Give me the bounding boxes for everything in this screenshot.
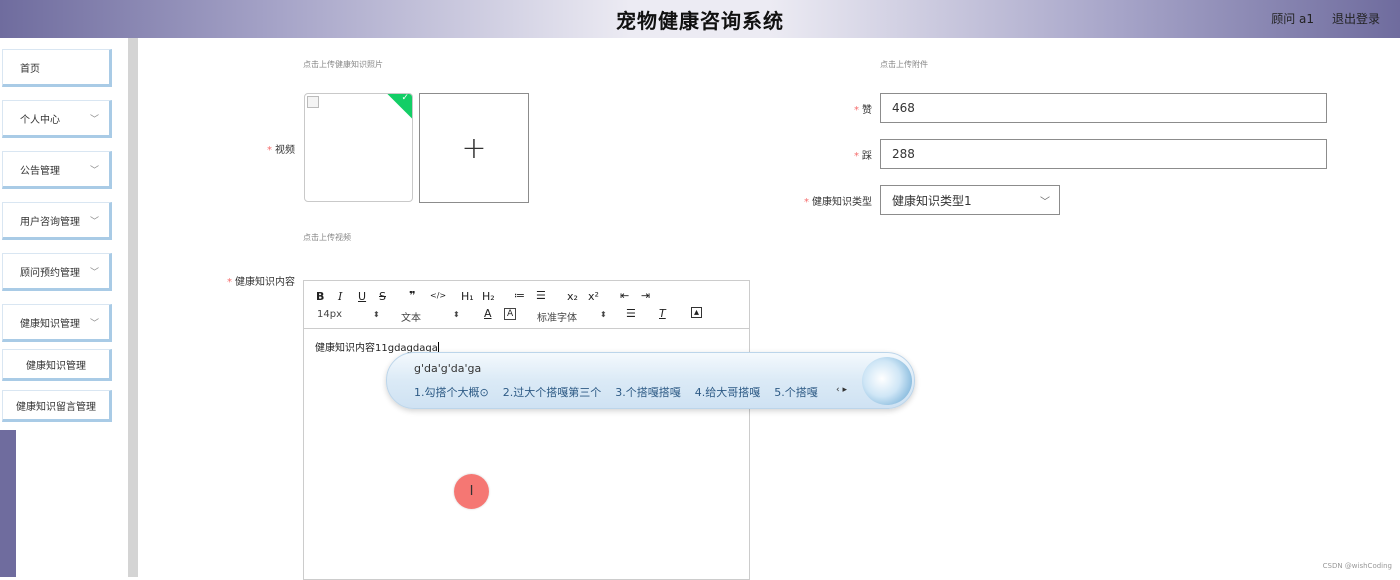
- ime-candidate[interactable]: 2.过大个搭嘎第三个: [503, 384, 602, 400]
- align-left-icon[interactable]: ☰: [626, 307, 636, 320]
- sidebar-item-label: 用户咨询管理: [20, 213, 80, 228]
- broken-image-icon: [307, 96, 319, 108]
- sidebar-item-health-knowledge[interactable]: 健康知识管理 ﹀: [2, 304, 112, 342]
- content-label: *健康知识内容: [210, 273, 295, 288]
- likes-input[interactable]: 468: [880, 93, 1327, 123]
- sidebar-item-advisor-appointments[interactable]: 顾问预约管理 ﹀: [2, 253, 112, 291]
- text-cursor-icon: I: [470, 484, 474, 499]
- outdent-icon[interactable]: ⇤: [620, 289, 629, 302]
- sidebar-item-user-consultation[interactable]: 用户咨询管理 ﹀: [2, 202, 112, 240]
- logout-link[interactable]: 退出登录: [1332, 10, 1380, 27]
- image-icon[interactable]: ▴: [691, 307, 702, 318]
- likes-label: *赞: [800, 101, 872, 116]
- category-label: *健康知识类型: [790, 193, 872, 208]
- subscript-button[interactable]: x₂: [567, 290, 578, 303]
- rich-text-editor: B I U S ❞ </> H₁ H₂ ≔ ☰ x₂ x² ⇤ ⇥ 14px⬍ …: [303, 280, 750, 580]
- updown-caret-icon: ⬍: [600, 310, 607, 319]
- ime-page-arrows-icon[interactable]: ‹ ▸: [836, 385, 847, 395]
- superscript-button[interactable]: x²: [588, 290, 599, 303]
- updown-caret-icon: ⬍: [453, 310, 460, 319]
- ime-candidate-list: 1.勾搭个大概⊙ 2.过大个搭嘎第三个 3.个搭嘎搭嘎 4.给大哥搭嘎 5.个搭…: [414, 384, 818, 400]
- chevron-down-icon: ﹀: [90, 214, 99, 227]
- clear-format-icon[interactable]: T: [659, 307, 666, 320]
- upload-add-button[interactable]: +: [419, 93, 529, 203]
- sidebar-item-home[interactable]: 首页: [2, 49, 112, 87]
- app-header: 宠物健康咨询系统 顾问 a1 退出登录: [0, 0, 1400, 38]
- code-block-icon[interactable]: </>: [430, 291, 446, 300]
- bold-button[interactable]: B: [316, 290, 324, 303]
- strikethrough-button[interactable]: S: [379, 290, 386, 303]
- font-size-select[interactable]: 14px⬍: [317, 309, 379, 320]
- sidebar-item-label: 健康知识留言管理: [16, 398, 96, 413]
- sidebar-scrollbar[interactable]: [128, 38, 138, 577]
- ime-candidate[interactable]: 1.勾搭个大概⊙: [414, 384, 489, 400]
- chevron-down-icon: ﹀: [90, 163, 99, 176]
- category-select[interactable]: 健康知识类型1 ﹀: [880, 185, 1060, 215]
- dislikes-input[interactable]: 288: [880, 139, 1327, 169]
- chevron-down-icon: ﹀: [90, 265, 99, 278]
- ime-skin-bubble-icon: [862, 357, 912, 405]
- background-color-icon[interactable]: A: [504, 308, 516, 320]
- underline-button[interactable]: U: [358, 290, 366, 303]
- sidebar-subitem-health-knowledge[interactable]: 健康知识管理: [2, 349, 112, 381]
- chevron-down-icon: ﹀: [90, 112, 99, 125]
- blockquote-icon[interactable]: ❞: [409, 289, 415, 302]
- current-user: 顾问 a1: [1271, 10, 1314, 27]
- indent-icon[interactable]: ⇥: [641, 289, 650, 302]
- italic-button[interactable]: I: [338, 290, 342, 303]
- watermark: CSDN @wishCoding: [1323, 562, 1392, 570]
- sidebar-item-label: 健康知识管理: [20, 315, 80, 330]
- font-family-select[interactable]: 标准字体⬍: [537, 309, 609, 324]
- mouse-cursor-indicator: I: [454, 474, 489, 509]
- font-color-icon[interactable]: A: [484, 307, 492, 320]
- heading1-button[interactable]: H₁: [461, 290, 474, 303]
- bullet-list-icon[interactable]: ☰: [536, 289, 546, 302]
- app-title: 宠物健康咨询系统: [0, 5, 1400, 34]
- video-label: *视频: [240, 141, 295, 156]
- chevron-down-icon: ﹀: [1040, 193, 1050, 208]
- photo-upload-hint: 点击上传健康知识照片: [303, 59, 383, 70]
- category-select-value: 健康知识类型1: [892, 192, 972, 209]
- sidebar-item-label: 个人中心: [20, 111, 60, 126]
- ime-candidate-window: g'da'g'da'ga 1.勾搭个大概⊙ 2.过大个搭嘎第三个 3.个搭嘎搭嘎…: [386, 352, 915, 409]
- sidebar-item-personal-center[interactable]: 个人中心 ﹀: [2, 100, 112, 138]
- uploaded-image-thumbnail[interactable]: ✓: [304, 93, 413, 202]
- sidebar-item-label: 健康知识管理: [26, 357, 86, 372]
- chevron-down-icon: ﹀: [90, 316, 99, 329]
- sidebar-item-label: 公告管理: [20, 162, 60, 177]
- sidebar-item-label: 顾问预约管理: [20, 264, 80, 279]
- attachment-upload-hint[interactable]: 点击上传附件: [880, 59, 928, 70]
- updown-caret-icon: ⬍: [373, 310, 380, 319]
- ordered-list-icon[interactable]: ≔: [514, 289, 525, 302]
- sidebar-item-announcements[interactable]: 公告管理 ﹀: [2, 151, 112, 189]
- ime-pinyin: g'da'g'da'ga: [414, 362, 481, 375]
- check-icon: ✓: [401, 93, 409, 103]
- sidebar-subitem-health-knowledge-comments[interactable]: 健康知识留言管理: [2, 390, 112, 422]
- ime-candidate[interactable]: 3.个搭嘎搭嘎: [615, 384, 681, 400]
- sidebar: 首页 个人中心 ﹀ 公告管理 ﹀ 用户咨询管理 ﹀ 顾问预约管理 ﹀ 健康知识管…: [0, 38, 128, 430]
- heading2-button[interactable]: H₂: [482, 290, 495, 303]
- ime-candidate[interactable]: 5.个搭嘎: [774, 384, 818, 400]
- ime-candidate[interactable]: 4.给大哥搭嘎: [695, 384, 761, 400]
- text-style-select[interactable]: 文本⬍: [401, 309, 463, 324]
- video-upload-hint[interactable]: 点击上传视频: [303, 232, 351, 243]
- editor-toolbar: B I U S ❞ </> H₁ H₂ ≔ ☰ x₂ x² ⇤ ⇥ 14px⬍ …: [304, 281, 749, 329]
- dislikes-label: *踩: [800, 147, 872, 162]
- sidebar-item-label: 首页: [20, 60, 40, 75]
